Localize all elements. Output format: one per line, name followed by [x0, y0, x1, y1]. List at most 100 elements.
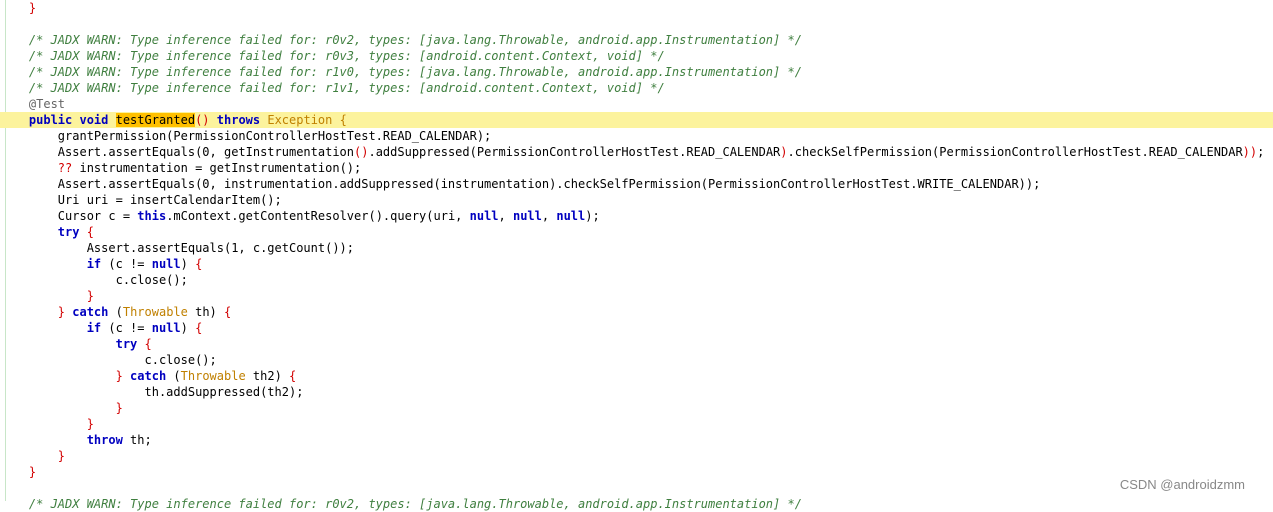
code-line[interactable]: } catch (Throwable th) {: [0, 304, 1273, 320]
code-line[interactable]: /* JADX WARN: Type inference failed for:…: [0, 48, 1273, 64]
code-token: (: [173, 369, 181, 383]
code-token: ): [180, 321, 196, 335]
code-token: }: [0, 417, 94, 431]
code-token: (: [115, 305, 123, 319]
code-token: null: [556, 209, 586, 223]
code-line[interactable]: c.close();: [0, 352, 1273, 368]
code-token: {: [289, 369, 297, 383]
code-line[interactable]: /* JADX WARN: Type inference failed for:…: [0, 80, 1273, 96]
code-line[interactable]: grantPermission(PermissionControllerHost…: [0, 128, 1273, 144]
code-line-current[interactable]: public void testGranted() throws Excepti…: [0, 112, 1273, 128]
code-line[interactable]: [0, 16, 1273, 32]
code-token: {: [195, 321, 203, 335]
code-token: @Test: [0, 97, 66, 111]
code-line[interactable]: Cursor c = this.mContext.getContentResol…: [0, 208, 1273, 224]
code-token: )): [1242, 145, 1258, 159]
code-token: }: [28, 1, 37, 15]
code-token: instrumentation = getInstrumentation();: [79, 161, 362, 175]
code-token: c.close();: [0, 273, 188, 287]
code-token: Throwable: [180, 369, 253, 383]
code-token: {: [86, 225, 94, 239]
code-token: null: [151, 321, 181, 335]
code-line[interactable]: }: [0, 464, 1273, 480]
selected-method-name: testGranted: [115, 113, 196, 127]
code-line[interactable]: Assert.assertEquals(1, c.getCount());: [0, 240, 1273, 256]
code-line[interactable]: try {: [0, 336, 1273, 352]
code-line[interactable]: th.addSuppressed(th2);: [0, 384, 1273, 400]
code-token: {: [224, 305, 232, 319]
code-line[interactable]: /* JADX WARN: Type inference failed for:…: [0, 496, 1273, 512]
code-token: if: [0, 257, 109, 271]
code-line[interactable]: throw th;: [0, 432, 1273, 448]
code-token: ): [780, 145, 788, 159]
code-token: Exception {: [267, 113, 347, 127]
code-token: Uri uri = insertCalendarItem();: [0, 193, 282, 207]
code-token: /* JADX WARN: Type inference failed for:…: [0, 49, 665, 63]
code-token: /* JADX WARN: Type inference failed for:…: [0, 81, 665, 95]
code-token: Throwable: [122, 305, 196, 319]
code-line[interactable]: Assert.assertEquals(0, getInstrumentatio…: [0, 144, 1273, 160]
code-token: throws: [216, 113, 268, 127]
code-token: null: [512, 209, 542, 223]
code-token: .addSuppressed(PermissionControllerHostT…: [368, 145, 781, 159]
code-line[interactable]: Uri uri = insertCalendarItem();: [0, 192, 1273, 208]
code-token: th2): [252, 369, 290, 383]
code-token: }: [0, 465, 37, 479]
code-line[interactable]: if (c != null) {: [0, 256, 1273, 272]
code-line[interactable]: /* JADX WARN: Type inference failed for:…: [0, 32, 1273, 48]
code-line[interactable]: /* JADX WARN: Type inference failed for:…: [0, 64, 1273, 80]
code-line[interactable]: }: [0, 288, 1273, 304]
code-line[interactable]: ?? instrumentation = getInstrumentation(…: [0, 160, 1273, 176]
code-line[interactable]: Assert.assertEquals(0, instrumentation.a…: [0, 176, 1273, 192]
watermark: CSDN @androidzmm: [1119, 477, 1245, 492]
code-token: (c !=: [108, 321, 152, 335]
code-token: Assert.assertEquals(0, getInstrumentatio…: [0, 145, 355, 159]
code-token: .checkSelfPermission(PermissionControlle…: [787, 145, 1243, 159]
code-token: catch: [72, 305, 116, 319]
code-token: (c !=: [108, 257, 152, 271]
code-token: th;: [130, 433, 152, 447]
code-token: /* JADX WARN: Type inference failed for:…: [0, 65, 802, 79]
code-token: }: [0, 289, 94, 303]
code-token: null: [469, 209, 499, 223]
code-token: try: [0, 225, 87, 239]
code-token: }: [0, 449, 66, 463]
code-token: Assert.assertEquals(0, instrumentation.a…: [0, 177, 1041, 191]
code-token: {: [195, 257, 203, 271]
code-token: ,: [498, 209, 513, 223]
code-line[interactable]: @Test: [0, 96, 1273, 112]
code-token: c.close();: [0, 353, 217, 367]
code-token: (): [195, 113, 217, 127]
code-line[interactable]: try {: [0, 224, 1273, 240]
code-token: ,: [541, 209, 557, 223]
code-line[interactable]: }: [0, 400, 1273, 416]
code-line[interactable]: } catch (Throwable th2) {: [0, 368, 1273, 384]
code-token: ??: [0, 161, 80, 175]
code-token: th.addSuppressed(th2);: [0, 385, 304, 399]
code-token: .mContext.getContentResolver().query(uri…: [166, 209, 470, 223]
code-token: Cursor c =: [0, 209, 138, 223]
code-line[interactable]: if (c != null) {: [0, 320, 1273, 336]
code-token: throw: [0, 433, 131, 447]
code-token: this: [137, 209, 167, 223]
code-token: /* JADX WARN: Type inference failed for:…: [0, 33, 802, 47]
code-token: if: [0, 321, 109, 335]
code-token: {: [144, 337, 152, 351]
code-token: }: [0, 401, 123, 415]
code-line[interactable]: c.close();: [0, 272, 1273, 288]
code-line[interactable]: }: [0, 448, 1273, 464]
code-token: catch: [130, 369, 174, 383]
code-line[interactable]: [0, 480, 1273, 496]
code-token: /* JADX WARN: Type inference failed for:…: [0, 497, 802, 511]
code-line[interactable]: }: [0, 416, 1273, 432]
code-editor[interactable]: } /* JADX WARN: Type inference failed fo…: [0, 0, 1273, 511]
code-token: }: [0, 369, 131, 383]
code-token: }: [0, 305, 73, 319]
code-token: ;: [1257, 145, 1265, 159]
code-token: null: [151, 257, 181, 271]
code-line[interactable]: }: [0, 0, 1273, 16]
code-token: Assert.assertEquals(1, c.getCount());: [0, 241, 355, 255]
code-token: );: [585, 209, 600, 223]
code-token: public void: [0, 113, 116, 127]
